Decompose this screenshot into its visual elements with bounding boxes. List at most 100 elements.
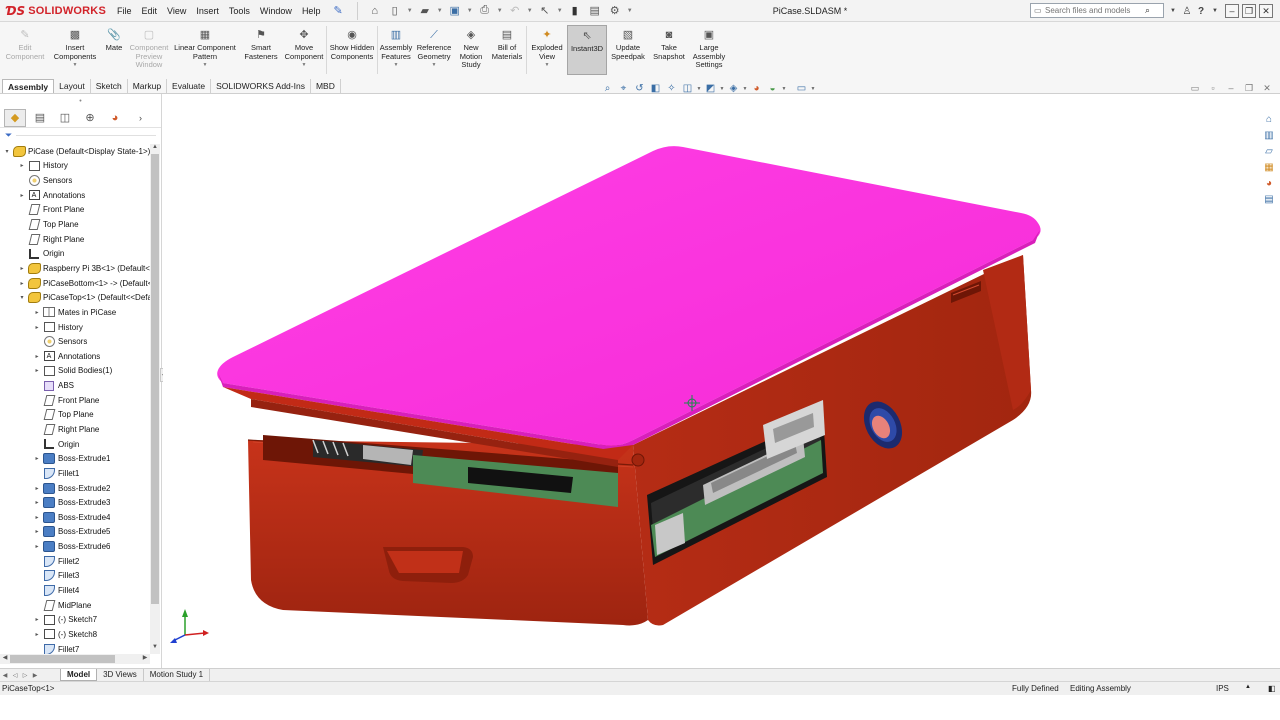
new-motion-study-button[interactable]: ◈ New Motion Study <box>454 22 488 78</box>
collapsed-arrow-icon[interactable]: ▸ <box>32 514 42 521</box>
collapsed-arrow-icon[interactable]: ▸ <box>32 499 42 506</box>
apply-scene-icon[interactable]: ◒ <box>765 81 780 96</box>
tab-mbd[interactable]: MBD <box>311 79 341 93</box>
reference-geometry-button[interactable]: ⟋ Reference Geometry ▼ <box>414 22 454 78</box>
tree-item[interactable]: ▸ Boss-Extrude5 <box>0 525 150 540</box>
collapsed-arrow-icon[interactable]: ▸ <box>17 192 27 199</box>
tree-item[interactable]: Fillet7 <box>0 642 150 654</box>
features-dropdown-icon[interactable]: ▼ <box>394 61 399 70</box>
collapsed-arrow-icon[interactable]: ▸ <box>32 485 42 492</box>
collapsed-arrow-icon[interactable]: ▸ <box>32 455 42 462</box>
tab-motion-study-1[interactable]: Motion Study 1 <box>144 669 211 681</box>
pi-case-model[interactable] <box>163 95 1260 668</box>
previous-view-icon[interactable]: ↺ <box>632 81 647 96</box>
tree-item[interactable]: Right Plane <box>0 232 150 247</box>
tree-item[interactable]: ABS <box>0 378 150 393</box>
tree-item[interactable]: Top Plane <box>0 217 150 232</box>
search-input[interactable] <box>1045 6 1145 15</box>
menu-edit[interactable]: Edit <box>137 0 163 22</box>
vp-close-icon[interactable]: ✕ <box>1262 83 1272 93</box>
tree-item[interactable]: ▸ A Annotations <box>0 188 150 203</box>
print-icon[interactable]: ⎙ <box>476 2 494 20</box>
exploded-view-button[interactable]: ✦ Exploded View ▼ <box>527 22 567 78</box>
tree-item[interactable]: ▸ PiCaseBottom<1> -> (Default<< <box>0 276 150 291</box>
tree-item[interactable]: Origin <box>0 437 150 452</box>
displaymanager-tab-icon[interactable]: ◕ <box>104 109 126 127</box>
collapsed-arrow-icon[interactable]: ▸ <box>32 353 42 360</box>
tree-item[interactable]: Fillet4 <box>0 583 150 598</box>
units-dropdown-icon[interactable]: ▲ <box>1245 684 1251 690</box>
tree-horizontal-scrollbar[interactable]: ◀ ▶ <box>0 654 150 664</box>
save-dropdown-icon[interactable]: ▼ <box>466 2 474 20</box>
home-icon[interactable]: ⌂ <box>366 2 384 20</box>
tree-item[interactable]: Origin <box>0 246 150 261</box>
collapsed-arrow-icon[interactable]: ▸ <box>32 309 42 316</box>
bill-of-materials-button[interactable]: ▤ Bill of Materials <box>488 22 526 78</box>
expanded-arrow-icon[interactable]: ▾ <box>2 148 12 155</box>
open-dropdown-icon[interactable]: ▼ <box>436 2 444 20</box>
traffic-light-icon[interactable]: ▮ <box>566 2 584 20</box>
smart-fasteners-button[interactable]: ⚑ Smart Fasteners <box>240 22 282 78</box>
hide-show-dropdown-icon[interactable]: ▼ <box>742 81 748 96</box>
collapsed-arrow-icon[interactable]: ▸ <box>32 543 42 550</box>
tree-item[interactable]: ▾ PiCase (Default<Display State-1>) <box>0 144 150 159</box>
new-document-icon[interactable]: ▯ <box>386 2 404 20</box>
vp-minimize-icon[interactable]: ▫ <box>1208 83 1218 93</box>
expanded-arrow-icon[interactable]: ▾ <box>17 294 27 301</box>
save-icon[interactable]: ▣ <box>446 2 464 20</box>
prev-tab-icon[interactable]: ◁ <box>10 672 20 679</box>
collapsed-arrow-icon[interactable]: ▸ <box>32 616 42 623</box>
custom-properties-icon[interactable]: ▤ <box>1262 192 1276 206</box>
first-tab-icon[interactable]: ◀ <box>0 672 10 679</box>
section-view-icon[interactable]: ◧ <box>648 81 663 96</box>
file-properties-icon[interactable]: ▤ <box>586 2 604 20</box>
view-orientation-icon[interactable]: ◫ <box>680 81 695 96</box>
tree-item[interactable]: ▸ Solid Bodies(1) <box>0 364 150 379</box>
help-dropdown-icon[interactable]: ▼ <box>1208 2 1222 20</box>
zoom-to-area-icon[interactable]: ⌖ <box>616 81 631 96</box>
tree-item[interactable]: Top Plane <box>0 408 150 423</box>
scroll-up-icon[interactable]: ▲ <box>150 144 160 154</box>
pattern-dropdown-icon[interactable]: ▼ <box>203 61 208 70</box>
status-bar-options-icon[interactable]: ◧ <box>1268 684 1276 693</box>
solidworks-resources-icon[interactable]: ⌂ <box>1262 112 1276 126</box>
tree-item[interactable]: MidPlane <box>0 598 150 613</box>
collapsed-arrow-icon[interactable]: ▸ <box>32 367 42 374</box>
tree-item[interactable]: ▸ Boss-Extrude4 <box>0 510 150 525</box>
refgeom-dropdown-icon[interactable]: ▼ <box>432 61 437 70</box>
restore-button[interactable]: ❐ <box>1242 4 1256 18</box>
configurationmanager-tab-icon[interactable]: ◫ <box>54 109 76 127</box>
collapsed-arrow-icon[interactable]: ▸ <box>32 528 42 535</box>
dimxpert-tab-icon[interactable]: ⊕ <box>79 109 101 127</box>
options-dropdown-icon[interactable]: ▼ <box>626 2 634 20</box>
minimize-button[interactable]: – <box>1225 4 1239 18</box>
component-preview-window-button[interactable]: ▢ Component Preview Window <box>128 22 170 78</box>
large-assembly-settings-button[interactable]: ▣ Large Assembly Settings <box>689 22 729 78</box>
tree-item[interactable]: Front Plane <box>0 393 150 408</box>
tree-item[interactable]: ▸ Boss-Extrude2 <box>0 481 150 496</box>
tab-solidworks-addins[interactable]: SOLIDWORKS Add-Ins <box>211 79 311 93</box>
tree-vertical-scrollbar[interactable]: ▲ ▼ <box>150 144 160 654</box>
show-hidden-components-button[interactable]: ◉ Show Hidden Components <box>327 22 377 78</box>
tab-sketch[interactable]: Sketch <box>91 79 128 93</box>
collapsed-arrow-icon[interactable]: ▸ <box>17 280 27 287</box>
open-folder-icon[interactable]: ▰ <box>416 2 434 20</box>
solidworks-logo[interactable]: ƊS SOLIDWORKS <box>0 0 112 22</box>
next-tab-icon[interactable]: ▷ <box>20 672 30 679</box>
move-component-button[interactable]: ✥ Move Component ▼ <box>282 22 326 78</box>
options-gear-icon[interactable]: ⚙ <box>606 2 624 20</box>
hscroll-thumb[interactable] <box>10 655 115 663</box>
propertymanager-tab-icon[interactable]: ▤ <box>29 109 51 127</box>
insert-dropdown-icon[interactable]: ▼ <box>73 61 78 70</box>
zoom-to-fit-icon[interactable]: ⌕ <box>600 81 615 96</box>
exploded-dropdown-icon[interactable]: ▼ <box>545 61 550 70</box>
tree-item[interactable]: ▸ Boss-Extrude1 <box>0 451 150 466</box>
collapsed-arrow-icon[interactable]: ▸ <box>32 631 42 638</box>
scene-dropdown-icon[interactable]: ▼ <box>781 81 787 96</box>
undo-icon[interactable]: ↶ <box>506 2 524 20</box>
move-dropdown-icon[interactable]: ▼ <box>302 61 307 70</box>
last-tab-icon[interactable]: ▶ <box>30 672 40 679</box>
scroll-down-icon[interactable]: ▼ <box>150 644 160 654</box>
design-library-icon[interactable]: ▥ <box>1262 128 1276 142</box>
undo-dropdown-icon[interactable]: ▼ <box>526 2 534 20</box>
